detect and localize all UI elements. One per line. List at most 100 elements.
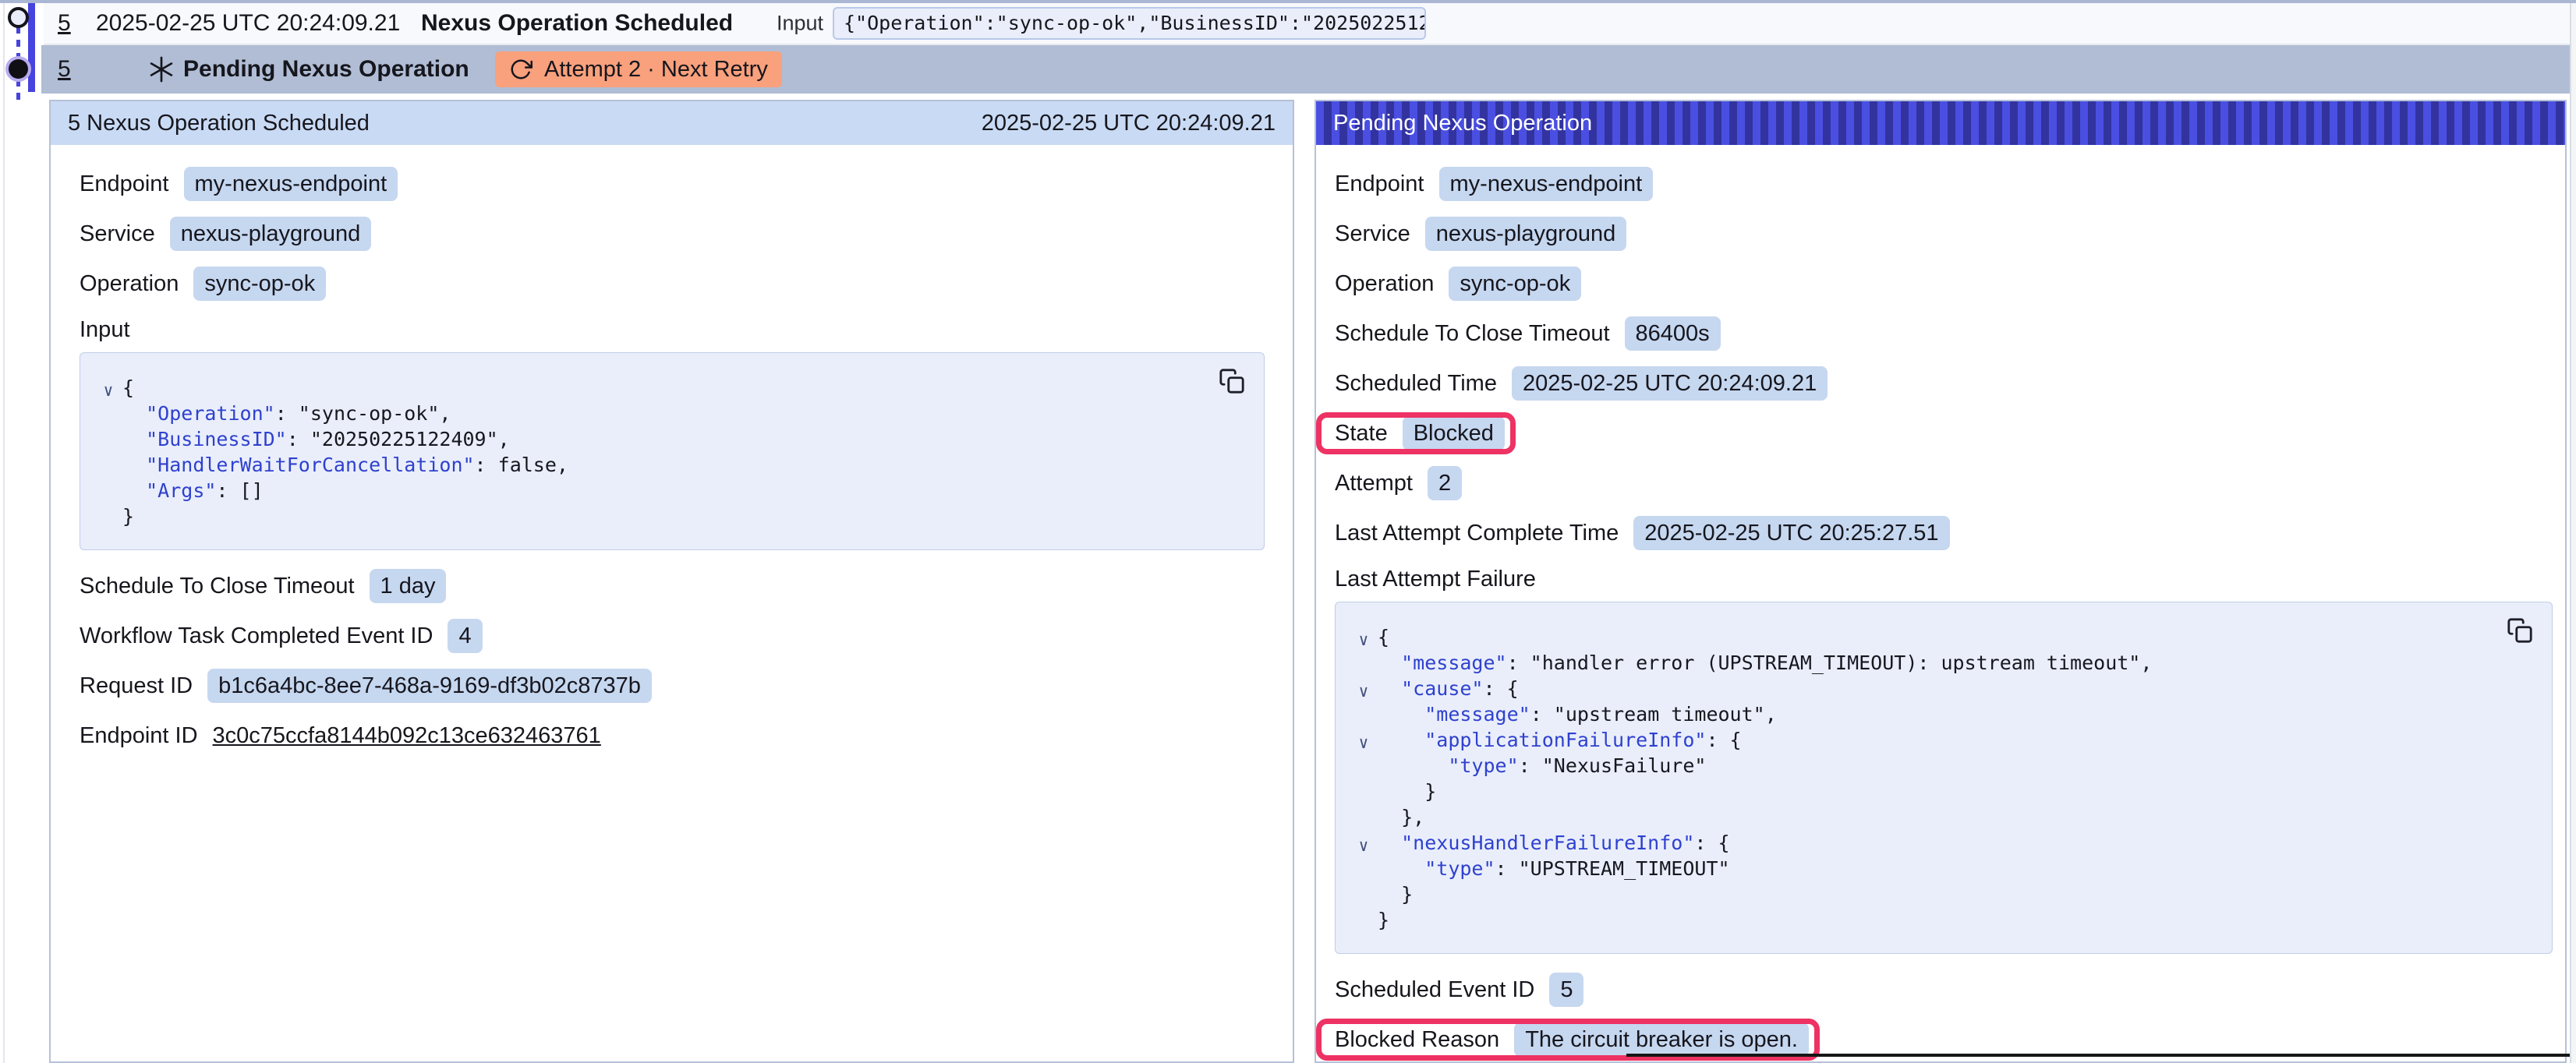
json-gutter: [1350, 910, 1378, 936]
json-gutter: [1350, 807, 1378, 833]
field-label: State: [1335, 421, 1388, 447]
json-code-text: "type": "UPSTREAM_TIMEOUT": [1378, 856, 1730, 881]
json-gutter: [94, 507, 122, 532]
json-gutter: [1350, 782, 1378, 807]
field-row-blocked-reason: Blocked Reason The circuit breaker is ope…: [1335, 1022, 1809, 1057]
json-code-text: }: [1378, 907, 1389, 933]
field-label: Service: [80, 221, 155, 247]
field-row-request-id: Request IDb1c6a4bc-8ee7-468a-9169-df3b02…: [80, 669, 652, 703]
field-value-badge: 5: [1549, 973, 1583, 1007]
json-code-text: "nexusHandlerFailureInfo": {: [1378, 830, 1730, 856]
json-line: "message": "handler error (UPSTREAM_TIME…: [1350, 650, 2528, 676]
field-row-scheduled-time: Scheduled Time2025-02-25 UTC 20:24:09.21: [1335, 366, 1828, 401]
timeline-event-marker-icon[interactable]: [8, 7, 29, 28]
input-json-viewer: ∨{ "Operation": "sync-op-ok", "BusinessI…: [80, 352, 1265, 550]
json-line: "type": "NexusFailure": [1350, 753, 2528, 779]
json-line: "BusinessID": "20250225122409",: [94, 426, 1240, 452]
json-gutter: [94, 429, 122, 455]
json-code-text: {: [122, 375, 134, 401]
field-row-attempt: Attempt2: [1335, 466, 1462, 500]
json-code-text: }: [1378, 779, 1436, 804]
field-value-badge: 1 day: [370, 569, 447, 603]
json-gutter: [1350, 756, 1378, 782]
field-value-link[interactable]: 3c0c75ccfa8144b092c13ce632463761: [213, 719, 601, 753]
field-value-badge: 4: [448, 619, 482, 653]
collapse-chevron-icon[interactable]: ∨: [1350, 730, 1378, 756]
json-code-text: "HandlerWaitForCancellation": false,: [122, 452, 568, 478]
event-detail-panel: 5 Nexus Operation Scheduled 2025-02-25 U…: [49, 100, 1294, 1063]
json-gutter: [94, 404, 122, 429]
event-input-preview-badge[interactable]: {"Operation":"sync-op-ok","BusinessID":"…: [833, 7, 1426, 40]
pending-event-title: Pending Nexus Operation: [183, 56, 469, 83]
field-row-scheduled-event-id: Scheduled Event ID 5: [1335, 973, 1583, 1007]
field-value-badge: 2025-02-25 UTC 20:25:27.51: [1633, 516, 1949, 550]
json-code-text: },: [1378, 804, 1424, 830]
pending-operation-panel: Pending Nexus Operation Endpointmy-nexus…: [1315, 100, 2567, 1063]
field-value-badge: nexus-playground: [1425, 217, 1627, 251]
field-label: Blocked Reason: [1335, 1027, 1499, 1053]
field-row-service: Service nexus-playground: [80, 217, 371, 251]
field-label: Attempt: [1335, 471, 1413, 496]
collapse-chevron-icon[interactable]: ∨: [1350, 833, 1378, 859]
field-value-badge: my-nexus-endpoint: [1439, 167, 1654, 201]
field-value-badge: Blocked: [1403, 416, 1505, 450]
pending-event-id-link[interactable]: 5: [58, 56, 71, 83]
event-title: Nexus Operation Scheduled: [421, 10, 733, 37]
copy-button[interactable]: [1217, 367, 1247, 397]
json-code-text: }: [1378, 881, 1413, 907]
json-code-text: "Args": []: [122, 478, 264, 503]
field-label: Endpoint: [80, 171, 169, 197]
json-line: "type": "UPSTREAM_TIMEOUT": [1350, 856, 2528, 881]
field-row-service: Servicenexus-playground: [1335, 217, 1626, 251]
event-time: 2025-02-25 UTC 20:24:09.21: [96, 10, 400, 37]
field-row-endpoint: Endpointmy-nexus-endpoint: [80, 167, 398, 201]
json-line: }: [1350, 779, 2528, 804]
detail-panel-time: 2025-02-25 UTC 20:24:09.21: [982, 111, 1276, 136]
json-line: }: [1350, 881, 2528, 907]
field-value-badge: nexus-playground: [170, 217, 372, 251]
json-code-text: }: [122, 503, 134, 529]
field-row-endpoint-id: Endpoint ID 3c0c75ccfa8144b092c13ce632463…: [80, 719, 601, 753]
field-row-operation: Operationsync-op-ok: [1335, 267, 1581, 301]
json-code-text: "message": "upstream timeout",: [1378, 701, 1777, 727]
field-row-schedule-to-close-timeout: Schedule To Close Timeout86400s: [1335, 316, 1721, 351]
json-line: },: [1350, 804, 2528, 830]
field-label: Scheduled Event ID: [1335, 977, 1534, 1003]
retry-icon: [509, 58, 533, 81]
field-label: Endpoint ID: [80, 723, 198, 749]
collapse-chevron-icon[interactable]: ∨: [1350, 679, 1378, 705]
json-code-text: "type": "NexusFailure": [1378, 753, 1706, 779]
json-line: ∨ "applicationFailureInfo": {: [1350, 727, 2528, 753]
field-label: Operation: [80, 271, 179, 297]
field-label: Schedule To Close Timeout: [80, 574, 355, 599]
event-row-pending-nexus-operation[interactable]: 5 Pending Nexus Operation Attempt 2 · Ne…: [41, 45, 2570, 94]
event-id-link[interactable]: 5: [58, 10, 71, 37]
event-row-nexus-operation-scheduled[interactable]: 5 2025-02-25 UTC 20:24:09.21 Nexus Opera…: [44, 3, 2570, 45]
field-value-badge: The circuit breaker is open.: [1514, 1022, 1809, 1057]
field-value-badge: 86400s: [1625, 316, 1721, 351]
collapse-chevron-icon[interactable]: ∨: [1350, 627, 1378, 653]
json-gutter: [94, 481, 122, 507]
pending-operation-panel-header: Pending Nexus Operation: [1316, 101, 2565, 145]
detail-panel-title: 5 Nexus Operation Scheduled: [68, 111, 370, 136]
failure-json-viewer: ∨{ "message": "handler error (UPSTREAM_T…: [1335, 602, 2553, 954]
json-line: "Args": []: [94, 478, 1240, 503]
window-bottom-edge: [1626, 1054, 2570, 1057]
json-line: }: [94, 503, 1240, 529]
copy-button[interactable]: [2505, 616, 2535, 646]
timeline-selected-marker-icon[interactable]: [9, 59, 28, 79]
json-line: "HandlerWaitForCancellation": false,: [94, 452, 1240, 478]
json-line: ∨ "cause": {: [1350, 676, 2528, 701]
json-line: ∨{: [94, 375, 1240, 401]
field-row-workflow-task-completed-event-id: Workflow Task Completed Event ID4: [80, 619, 483, 653]
json-code-text: "applicationFailureInfo": {: [1378, 727, 1742, 753]
json-gutter: [1350, 859, 1378, 885]
timeline-gutter-border: [3, 3, 5, 1063]
pending-asterisk-icon: [147, 55, 175, 83]
field-value-badge: 2025-02-25 UTC 20:24:09.21: [1512, 366, 1828, 401]
collapse-chevron-icon[interactable]: ∨: [94, 378, 122, 404]
copy-icon: [2507, 617, 2533, 644]
attempt-retry-badge: Attempt 2 · Next Retry: [495, 51, 782, 87]
event-detail-panel-header: 5 Nexus Operation Scheduled 2025-02-25 U…: [51, 101, 1293, 145]
field-value-badge: sync-op-ok: [193, 267, 326, 301]
